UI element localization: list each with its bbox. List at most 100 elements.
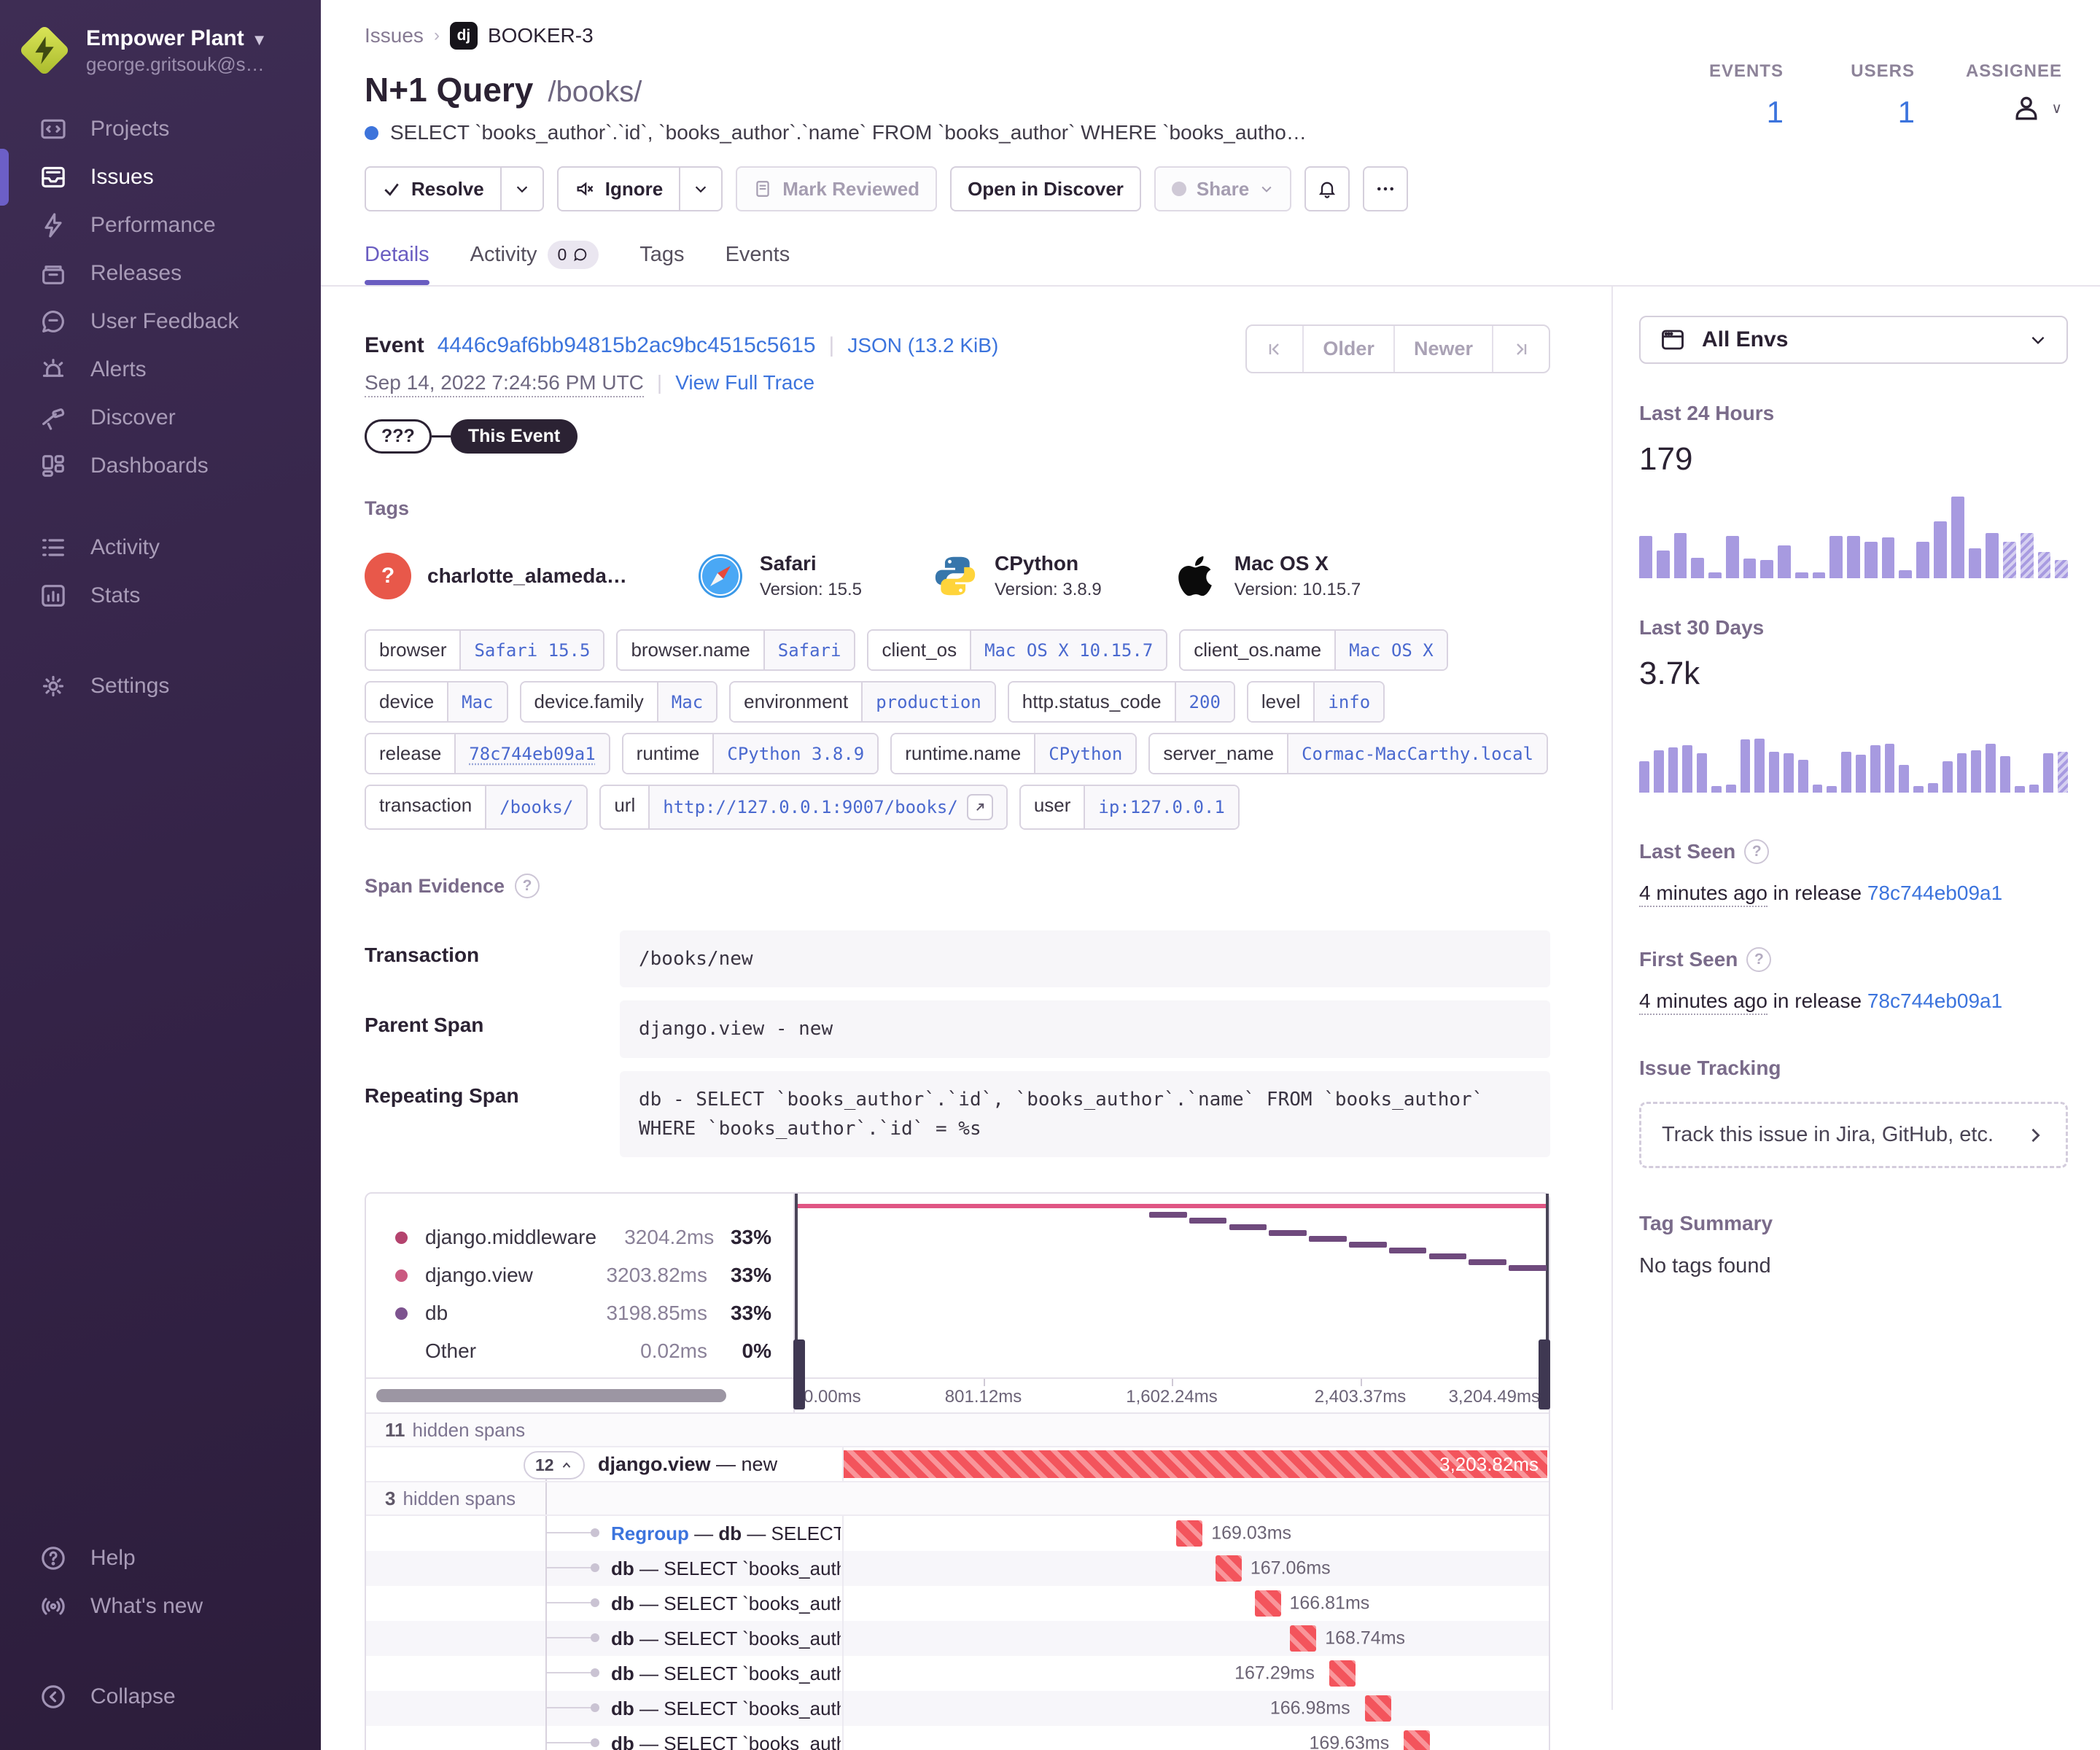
sidebar-item-whats-new[interactable]: What's new	[0, 1582, 321, 1630]
tag-value-link[interactable]: /books/	[485, 786, 587, 828]
tag-value-link[interactable]: Cormac-MacCarthy.local	[1287, 734, 1547, 773]
span-label: db — SELECT `books_author`	[611, 1662, 841, 1684]
span-row[interactable]: db — SELECT `books_author` 168.74ms	[366, 1621, 1549, 1657]
external-link-icon[interactable]	[966, 794, 993, 820]
tab-activity[interactable]: Activity 0	[470, 241, 599, 285]
hidden-spans-row[interactable]: 3 hidden spans	[366, 1482, 1549, 1517]
tag-value-link[interactable]: Mac OS X 10.15.7	[970, 631, 1167, 669]
tag-value-link[interactable]: Mac	[656, 682, 717, 721]
older-event-button[interactable]: Older	[1302, 326, 1393, 372]
latest-event-button[interactable]	[1492, 326, 1549, 372]
sidebar-item-activity[interactable]: Activity	[0, 524, 321, 572]
waterfall-minimap[interactable]	[793, 1194, 1550, 1410]
span-duration-square[interactable]	[1290, 1625, 1317, 1652]
view-full-trace-link[interactable]: View Full Trace	[675, 371, 814, 394]
org-switcher[interactable]: Empower Plant ▼ george.gritsouk@s…	[0, 24, 321, 105]
span-group-row[interactable]: 12 django.view — new 3,203.82ms	[366, 1447, 1549, 1483]
newer-event-button[interactable]: Newer	[1393, 326, 1492, 372]
sidebar-item-releases[interactable]: Releases	[0, 249, 321, 298]
resolve-button[interactable]: Resolve	[365, 166, 502, 211]
sidebar-item-projects[interactable]: Projects	[0, 105, 321, 153]
tag-value-link[interactable]: CPython	[1034, 734, 1136, 773]
sidebar-item-stats[interactable]: Stats	[0, 572, 321, 620]
tag-value-link[interactable]: Safari 15.5	[459, 631, 604, 669]
waterfall-scrollbar-thumb[interactable]	[376, 1389, 726, 1403]
span-duration-square[interactable]	[1215, 1555, 1242, 1582]
span-row[interactable]: db — SELECT `books_author` 166.98ms	[366, 1691, 1549, 1727]
sidebar-item-performance[interactable]: Performance	[0, 201, 321, 249]
minimap-left-handle[interactable]	[793, 1339, 805, 1410]
span-duration-square[interactable]	[1176, 1520, 1203, 1547]
this-event-pill[interactable]: This Event	[450, 419, 578, 454]
span-duration-bar[interactable]: 3,203.82ms	[844, 1450, 1547, 1479]
span-duration-square[interactable]	[1404, 1730, 1431, 1750]
histogram-bar	[1697, 753, 1707, 793]
unknown-trace-pill[interactable]: ???	[365, 419, 432, 454]
help-question-icon[interactable]: ?	[1746, 947, 1772, 972]
event-id-link[interactable]: 4446c9af6bb94815b2ac9bc4515c5615	[438, 333, 816, 358]
tag-value-link[interactable]: info	[1313, 682, 1384, 721]
tag-key: client_os.name	[1181, 631, 1335, 669]
assignee-selector[interactable]: ∨	[1966, 92, 2062, 124]
span-row[interactable]: db — SELECT `books_author` 167.06ms	[366, 1551, 1549, 1587]
tag-value-link[interactable]: 200	[1174, 682, 1234, 721]
span-row[interactable]: Regroup — db — SELECT `boo 169.03ms	[366, 1516, 1549, 1552]
subscribe-bell-button[interactable]	[1304, 166, 1350, 211]
sidebar-item-dashboards[interactable]: Dashboards	[0, 442, 321, 490]
sidebar-item-discover[interactable]: Discover	[0, 394, 321, 442]
tag-pill: browser Safari 15.5	[365, 629, 605, 671]
tag-value-link[interactable]: Mac OS X	[1334, 631, 1447, 669]
span-row[interactable]: db — SELECT `books_author` 169.63ms	[366, 1726, 1549, 1750]
tag-value-link[interactable]: Mac	[447, 682, 507, 721]
breadcrumb-issues-link[interactable]: Issues	[365, 24, 424, 47]
span-duration-square[interactable]	[1329, 1660, 1356, 1687]
resolve-dropdown-button[interactable]	[501, 166, 544, 211]
legend-op-name: db	[425, 1302, 448, 1325]
tab-label: Tags	[639, 243, 685, 266]
sidebar-item-help[interactable]: Help	[0, 1534, 321, 1582]
sidebar-item-collapse[interactable]: Collapse	[0, 1673, 321, 1721]
sidebar-item-label: Activity	[90, 535, 160, 559]
first-seen-release-link[interactable]: 78c744eb09a1	[1867, 989, 2002, 1012]
more-actions-button[interactable]	[1363, 166, 1409, 211]
histogram-bar	[1754, 739, 1765, 793]
sidebar-item-label: Dashboards	[90, 454, 209, 478]
help-question-icon[interactable]: ?	[1744, 839, 1770, 864]
environment-selector[interactable]: All Envs	[1639, 316, 2068, 364]
last-seen-release-link[interactable]: 78c744eb09a1	[1867, 882, 2002, 904]
share-button[interactable]: Share	[1154, 166, 1292, 211]
track-issue-button[interactable]: Track this issue in Jira, GitHub, etc.	[1639, 1102, 2068, 1168]
ignore-button[interactable]: Ignore	[556, 166, 681, 211]
tab-events[interactable]: Events	[726, 243, 790, 283]
tag-value-link[interactable]: http://127.0.0.1:9007/books/	[648, 786, 1006, 828]
sidebar-item-alerts[interactable]: Alerts	[0, 346, 321, 394]
span-row[interactable]: db — SELECT `books_author` 166.81ms	[366, 1586, 1549, 1622]
tab-details[interactable]: Details	[365, 243, 429, 285]
hidden-spans-row[interactable]: 11 hidden spans	[366, 1414, 1549, 1448]
minimap-right-handle[interactable]	[1539, 1339, 1550, 1410]
span-duration-square[interactable]	[1254, 1590, 1281, 1617]
sidebar-item-label: Issues	[90, 165, 154, 189]
collapse-group-badge[interactable]: 12	[524, 1451, 585, 1480]
tag-value-link[interactable]: production	[861, 682, 995, 721]
tag-value-link[interactable]: 78c744eb09a1	[454, 734, 609, 773]
event-json-link[interactable]: JSON (13.2 KiB)	[847, 334, 998, 357]
ignore-dropdown-button[interactable]	[680, 166, 723, 211]
span-row[interactable]: db — SELECT `books_author` 167.29ms	[366, 1656, 1549, 1692]
tag-value-link[interactable]: CPython 3.8.9	[712, 734, 878, 773]
span-duration-square[interactable]	[1364, 1695, 1391, 1722]
tag-value-link[interactable]: Safari	[763, 631, 855, 669]
mark-reviewed-button[interactable]: Mark Reviewed	[736, 166, 938, 211]
sidebar-item-label: Help	[90, 1546, 136, 1570]
dashboards-icon	[38, 451, 69, 481]
users-count-link[interactable]: 1	[1898, 95, 1915, 129]
sidebar-item-settings[interactable]: Settings	[0, 662, 321, 710]
oldest-event-button[interactable]	[1247, 326, 1302, 372]
sidebar-item-issues[interactable]: Issues	[0, 149, 321, 206]
help-question-icon[interactable]: ?	[515, 874, 540, 898]
events-count-link[interactable]: 1	[1767, 95, 1784, 129]
tab-tags[interactable]: Tags	[639, 243, 684, 283]
tag-value-link[interactable]: ip:127.0.0.1	[1084, 786, 1238, 828]
open-in-discover-button[interactable]: Open in Discover	[950, 166, 1141, 211]
sidebar-item-user-feedback[interactable]: User Feedback	[0, 298, 321, 346]
